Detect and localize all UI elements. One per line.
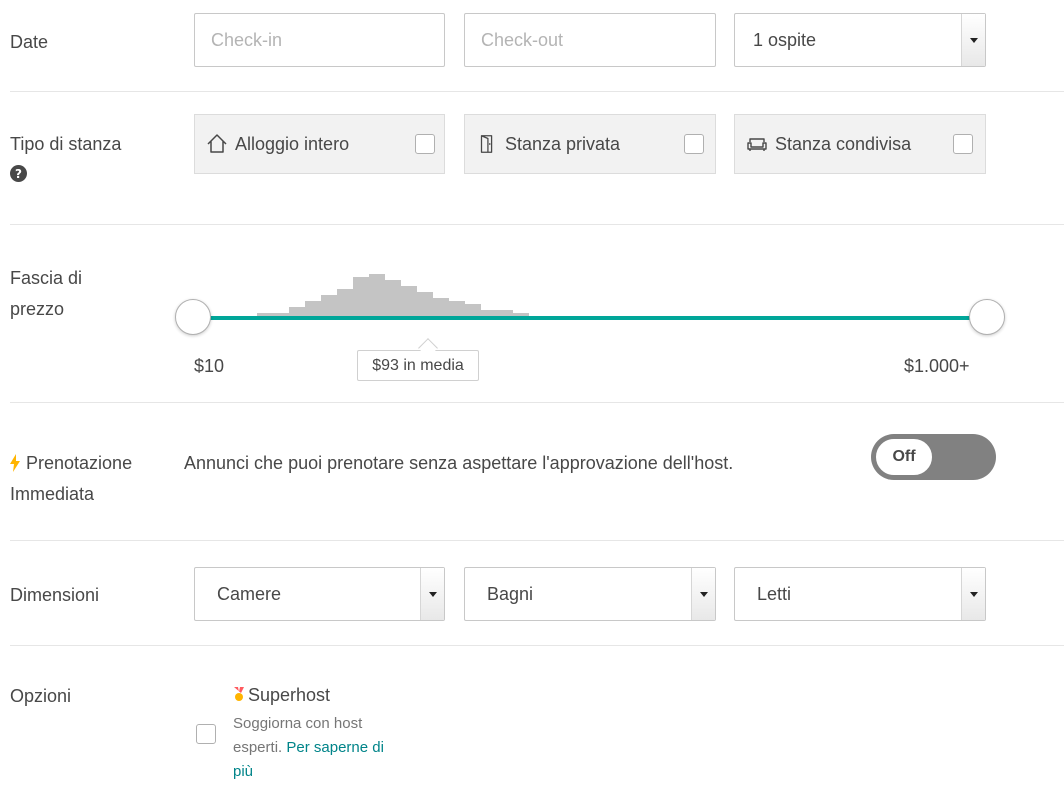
instant-book-label-line1: Prenotazione bbox=[10, 447, 132, 479]
bedrooms-value: Camere bbox=[217, 583, 282, 604]
price-min-label: $10 bbox=[194, 356, 225, 376]
home-icon bbox=[205, 132, 229, 156]
private-room-checkbox[interactable] bbox=[684, 134, 704, 154]
toggle-knob: Off bbox=[874, 437, 934, 477]
price-label-line2: prezzo bbox=[10, 299, 65, 319]
room-type-entire-home[interactable]: Alloggio intero bbox=[194, 114, 445, 174]
average-price-label: $93 in media bbox=[372, 356, 464, 374]
instant-book-description: Annunci che puoi prenotare senza aspetta… bbox=[184, 453, 734, 473]
bathrooms-select[interactable]: Bagni bbox=[464, 567, 716, 621]
learn-more-link[interactable]: Per saperne di bbox=[286, 739, 384, 756]
histogram-bar bbox=[433, 298, 449, 316]
chevron-down-icon bbox=[961, 568, 985, 620]
size-label: Dimensioni bbox=[10, 585, 100, 605]
price-max-label: $1.000+ bbox=[904, 356, 970, 376]
histogram-bar bbox=[337, 289, 353, 316]
superhost-title: Superhost bbox=[248, 685, 331, 705]
learn-more-link-continued[interactable]: più bbox=[233, 763, 253, 780]
toggle-label: Off bbox=[892, 448, 916, 465]
histogram-bar bbox=[449, 301, 465, 316]
divider bbox=[10, 402, 1064, 403]
chevron-down-icon bbox=[691, 568, 715, 620]
checkin-input[interactable]: Check-in bbox=[194, 13, 445, 67]
divider bbox=[10, 645, 1064, 646]
chevron-down-icon bbox=[961, 14, 985, 66]
entire-home-checkbox[interactable] bbox=[415, 134, 435, 154]
bathrooms-value: Bagni bbox=[487, 583, 534, 604]
options-label: Opzioni bbox=[10, 686, 72, 706]
histogram-bar bbox=[417, 292, 433, 316]
help-glyph: ? bbox=[15, 166, 22, 181]
room-type-private-room-label: Stanza privata bbox=[505, 133, 621, 154]
shared-room-checkbox[interactable] bbox=[953, 134, 973, 154]
superhost-title-row: Superhost bbox=[233, 681, 330, 709]
beds-value: Letti bbox=[757, 583, 792, 604]
histogram-bar bbox=[465, 304, 481, 316]
price-range-track[interactable] bbox=[193, 316, 987, 320]
checkout-input[interactable]: Check-out bbox=[464, 13, 716, 67]
histogram-bar bbox=[369, 274, 385, 316]
help-icon[interactable]: ? bbox=[10, 165, 27, 182]
chevron-down-icon bbox=[420, 568, 444, 620]
histogram-bar bbox=[289, 307, 305, 316]
price-label-line1: Fascia di bbox=[10, 268, 83, 288]
average-price-tooltip: $93 in media bbox=[357, 350, 479, 381]
superhost-description: Soggiorna con host esperti. Per saperne … bbox=[233, 712, 384, 784]
room-type-label: Tipo di stanza bbox=[10, 134, 122, 154]
divider bbox=[10, 224, 1064, 225]
histogram-bar bbox=[401, 286, 417, 316]
beds-select[interactable]: Letti bbox=[734, 567, 986, 621]
histogram-bar bbox=[353, 277, 369, 316]
instant-book-title: Prenotazione bbox=[26, 453, 133, 473]
superhost-badge-icon bbox=[233, 687, 245, 703]
dates-label: Date bbox=[10, 32, 49, 52]
guests-value: 1 ospite bbox=[753, 29, 817, 50]
room-type-shared-room-label: Stanza condivisa bbox=[775, 133, 912, 154]
superhost-desc-line2: esperti. bbox=[233, 739, 283, 756]
superhost-checkbox[interactable] bbox=[196, 724, 216, 744]
room-type-entire-home-label: Alloggio intero bbox=[235, 133, 350, 154]
checkout-placeholder: Check-out bbox=[481, 29, 564, 50]
histogram-bar bbox=[321, 295, 337, 316]
couch-icon bbox=[745, 132, 769, 156]
room-type-shared-room[interactable]: Stanza condivisa bbox=[734, 114, 986, 174]
price-min-handle[interactable] bbox=[175, 299, 211, 335]
superhost-desc-line1: Soggiorna con host bbox=[233, 715, 363, 732]
door-icon bbox=[475, 132, 499, 156]
histogram-bar bbox=[305, 301, 321, 316]
instant-book-toggle[interactable]: Off bbox=[871, 434, 996, 480]
divider bbox=[10, 91, 1064, 92]
instant-book-label-line2: Immediata bbox=[10, 484, 95, 504]
histogram-bar bbox=[385, 280, 401, 316]
bedrooms-select[interactable]: Camere bbox=[194, 567, 445, 621]
lightning-icon bbox=[10, 454, 20, 472]
room-type-private-room[interactable]: Stanza privata bbox=[464, 114, 716, 174]
price-max-handle[interactable] bbox=[969, 299, 1005, 335]
guests-select[interactable]: 1 ospite bbox=[734, 13, 986, 67]
divider bbox=[10, 540, 1064, 541]
checkin-placeholder: Check-in bbox=[211, 29, 283, 50]
